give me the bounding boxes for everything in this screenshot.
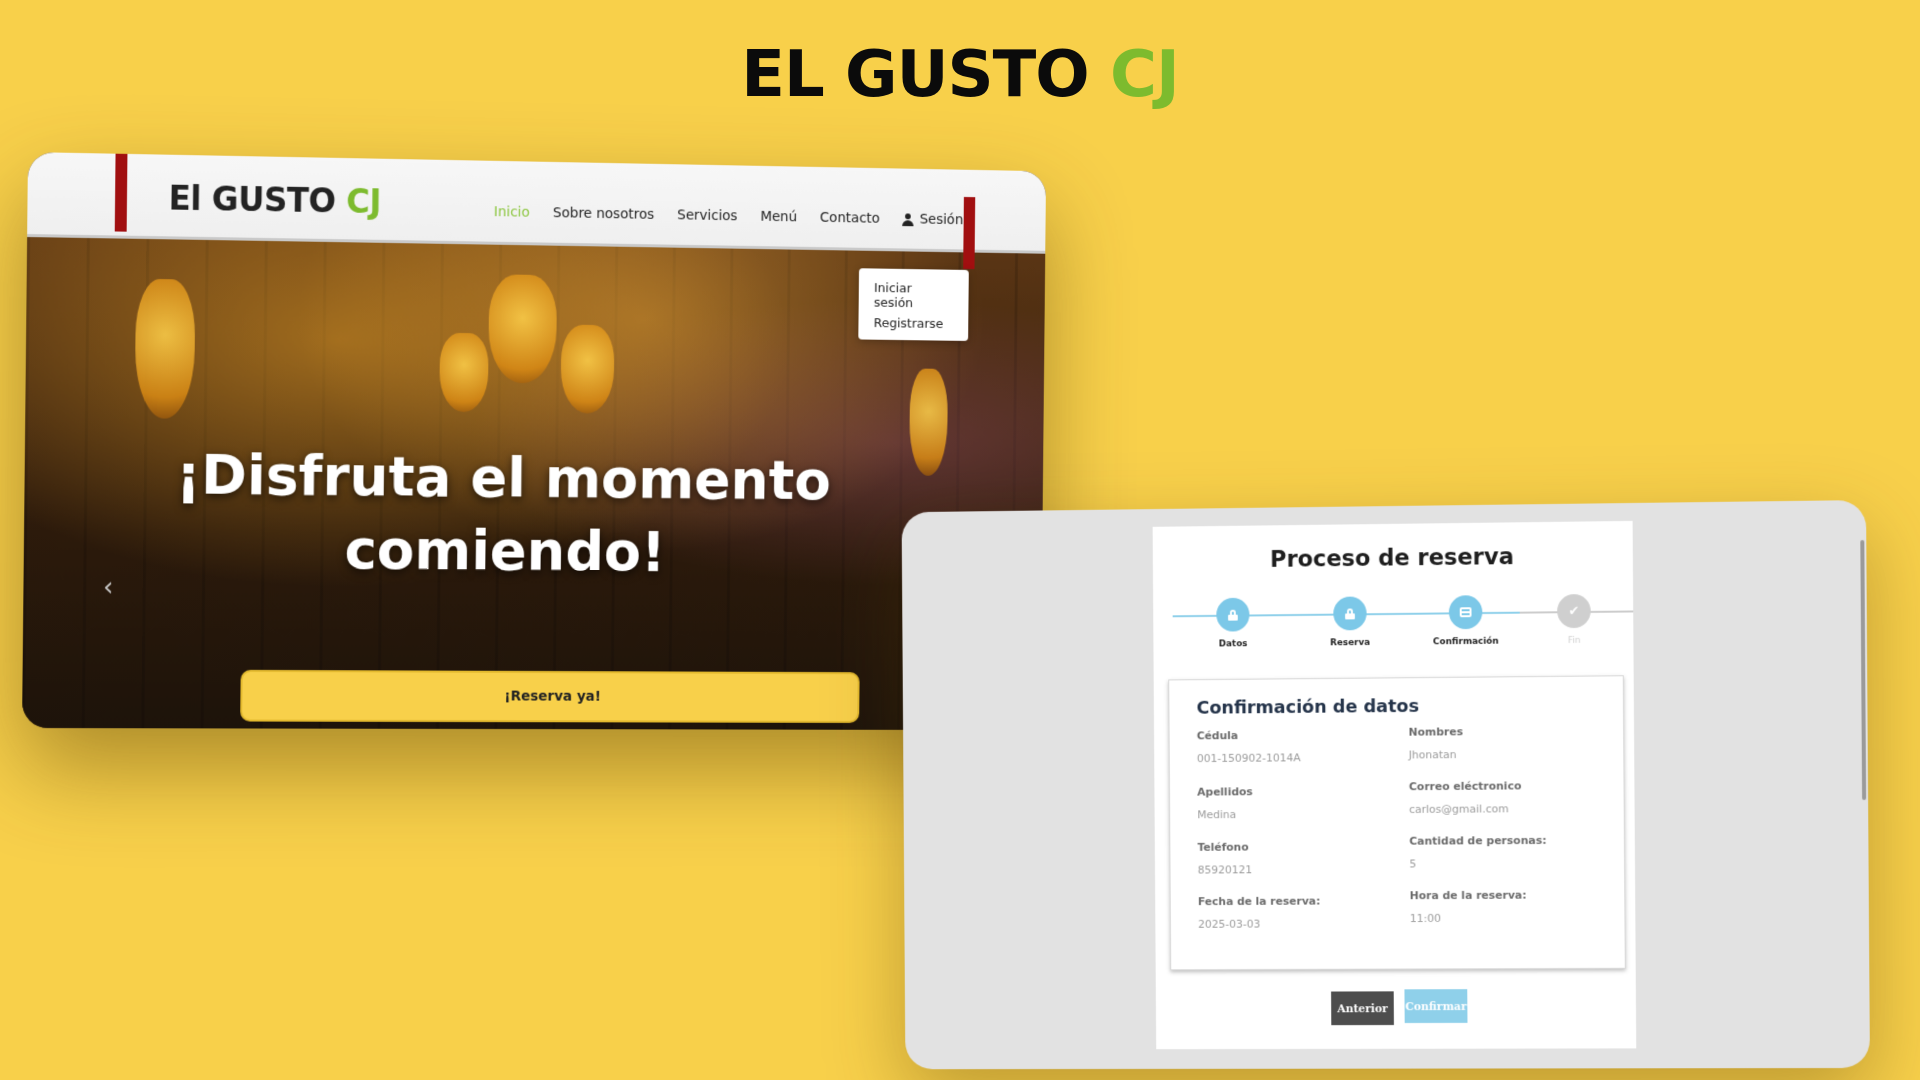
field-telefono: Teléfono 85920121 [1198, 840, 1403, 877]
field-hora: Hora de la reserva: 11:00 [1410, 888, 1617, 925]
step-label: Fin [1567, 635, 1581, 646]
step-label: Reserva [1330, 637, 1371, 649]
field-correo: Correo eléctronico carlos@gmail.com [1408, 779, 1616, 816]
hero-lamp-decoration [909, 368, 948, 476]
check-icon: ✔ [1557, 594, 1591, 629]
field-cantidad: Cantidad de personas: 5 [1409, 833, 1616, 871]
site-logo-accent: CJ [346, 181, 382, 222]
nav-item-menu[interactable]: Menú [760, 209, 797, 225]
reservation-card: Proceso de reserva Datos Reserva Confirm… [1152, 520, 1637, 1050]
step-datos: Datos [1194, 595, 1272, 650]
nav-item-contacto[interactable]: Contacto [820, 210, 880, 227]
field-label: Fecha de la reserva: [1197, 894, 1321, 909]
website-mockup: ¡Disfruta el momento comiendo! ‹ El GUST… [21, 152, 1047, 731]
confirm-button[interactable]: Confirmar [1404, 989, 1468, 1024]
field-value: carlos@gmail.com [1409, 802, 1509, 816]
field-value: Jhonatan [1408, 748, 1457, 762]
nav-accent-bar-right [963, 196, 976, 270]
hero-lamp-decoration [560, 324, 615, 414]
field-value: 5 [1409, 857, 1417, 871]
confirmation-box: Confirmación de datos Cédula 001-150902-… [1168, 675, 1626, 971]
hero-lamp-decoration [134, 278, 196, 419]
scrollbar[interactable] [1860, 540, 1867, 801]
nav-item-inicio[interactable]: Inicio [494, 204, 530, 220]
hero-lamp-decoration [488, 274, 558, 384]
reservation-mockup: Proceso de reserva Datos Reserva Confirm… [901, 500, 1870, 1070]
site-navbar: El GUSTO CJ Inicio Sobre nosotros Servic… [27, 152, 1047, 254]
site-logo-main: El GUSTO [168, 178, 336, 221]
nav-accent-bar-left [114, 153, 128, 232]
session-label: Sesión [919, 211, 964, 229]
nav-item-sobre-nosotros[interactable]: Sobre nosotros [553, 205, 654, 222]
step-confirmacion: Confirmación [1426, 592, 1505, 647]
field-value: 85920121 [1197, 863, 1253, 877]
confirmation-title: Confirmación de datos [1196, 695, 1420, 719]
step-label: Confirmación [1433, 636, 1499, 648]
reservation-title: Proceso de reserva [1269, 544, 1514, 573]
previous-button[interactable]: Anterior [1331, 991, 1394, 1026]
field-label: Nombres [1408, 725, 1464, 739]
field-label: Teléfono [1197, 840, 1249, 854]
step-label: Datos [1218, 639, 1248, 650]
brand-title-main: EL GUSTO [741, 38, 1089, 112]
hero-headline: ¡Disfruta el momento comiendo! [163, 438, 843, 590]
field-value: 2025-03-03 [1198, 917, 1261, 931]
nav-links: Inicio Sobre nosotros Servicios Menú Con… [494, 204, 974, 228]
lock-icon [1216, 597, 1250, 632]
field-label: Cantidad de personas: [1409, 833, 1547, 848]
chevron-left-icon[interactable]: ‹ [103, 573, 114, 603]
reserve-now-button[interactable]: ¡Reserva ya! [240, 669, 860, 723]
field-label: Hora de la reserva: [1409, 888, 1527, 903]
site-logo[interactable]: El GUSTO CJ [168, 179, 381, 221]
session-dropdown-menu: Iniciar sesión Registrarse [858, 268, 969, 341]
reservation-stepper: Datos Reserva Confirmación ✔ Fin [1172, 591, 1634, 655]
field-value: Medina [1197, 808, 1237, 822]
field-label: Correo eléctronico [1408, 779, 1522, 794]
hero-headline-line2: comiendo! [344, 517, 666, 585]
field-apellidos: Apellidos Medina [1197, 784, 1402, 821]
field-label: Apellidos [1197, 785, 1253, 799]
lock-icon [1333, 596, 1367, 631]
field-value: 11:00 [1409, 911, 1441, 925]
user-icon [903, 213, 914, 226]
nav-item-servicios[interactable]: Servicios [677, 207, 737, 224]
card-icon [1448, 595, 1483, 630]
field-cedula: Cédula 001-150902-1014A [1197, 728, 1402, 765]
hero-headline-line1: ¡Disfruta el momento [175, 442, 832, 513]
step-reserva: Reserva [1311, 593, 1390, 648]
field-nombres: Nombres Jhonatan [1409, 724, 1616, 761]
brand-title-accent: CJ [1109, 38, 1180, 112]
field-label: Cédula [1196, 729, 1239, 743]
field-fecha: Fecha de la reserva: 2025-03-03 [1198, 894, 1403, 931]
dropdown-item-iniciar-sesion[interactable]: Iniciar sesión [859, 278, 969, 315]
dropdown-item-registrarse[interactable]: Registrarse [858, 313, 968, 335]
step-fin: ✔ Fin [1534, 591, 1613, 646]
brand-title: EL GUSTO CJ [0, 38, 1920, 112]
field-value: 001-150902-1014A [1196, 751, 1301, 766]
hero-lamp-decoration [439, 332, 489, 413]
